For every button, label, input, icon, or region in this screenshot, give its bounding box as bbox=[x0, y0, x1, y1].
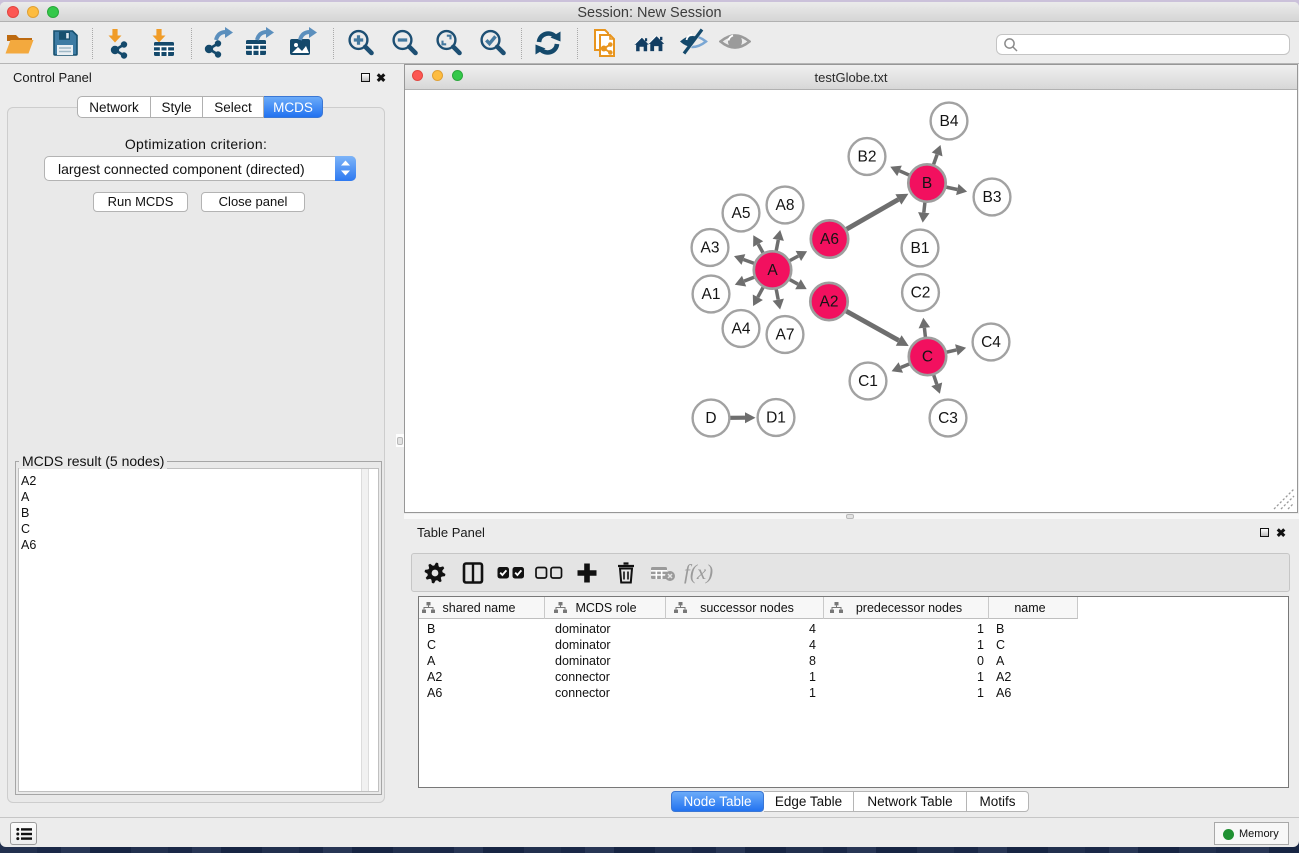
svg-text:A1: A1 bbox=[702, 286, 721, 303]
svg-text:B1: B1 bbox=[911, 240, 930, 257]
svg-text:B4: B4 bbox=[940, 113, 959, 130]
svg-text:D1: D1 bbox=[766, 410, 786, 427]
svg-text:A3: A3 bbox=[701, 240, 720, 257]
svg-text:C2: C2 bbox=[911, 285, 931, 302]
svg-text:A7: A7 bbox=[776, 327, 795, 344]
svg-text:A2: A2 bbox=[820, 294, 839, 311]
svg-text:C1: C1 bbox=[858, 373, 878, 390]
svg-text:B: B bbox=[922, 175, 932, 192]
svg-text:C3: C3 bbox=[938, 410, 958, 427]
svg-text:A: A bbox=[767, 262, 778, 279]
svg-text:A6: A6 bbox=[820, 231, 839, 248]
svg-text:B3: B3 bbox=[983, 189, 1002, 206]
svg-text:A5: A5 bbox=[732, 205, 751, 222]
svg-text:B2: B2 bbox=[858, 149, 877, 166]
svg-text:D: D bbox=[705, 410, 716, 427]
svg-text:C: C bbox=[922, 349, 933, 366]
svg-text:A8: A8 bbox=[776, 197, 795, 214]
svg-text:A4: A4 bbox=[732, 321, 751, 338]
svg-text:C4: C4 bbox=[981, 334, 1001, 351]
